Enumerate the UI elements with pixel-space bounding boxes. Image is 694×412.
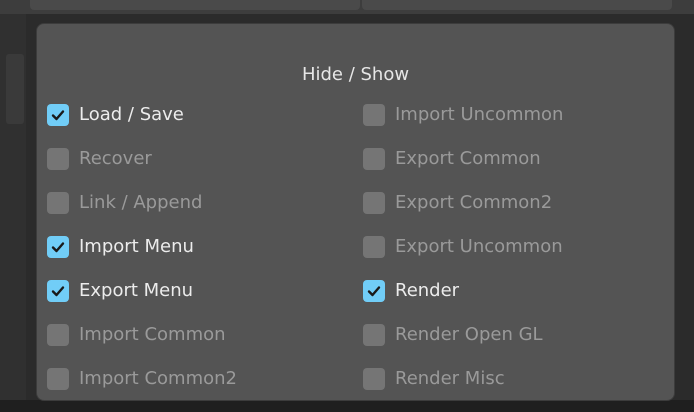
option-render-misc[interactable]: Render Misc: [363, 357, 563, 401]
checkbox[interactable]: [47, 148, 69, 170]
option-import-common2[interactable]: Import Common2: [47, 357, 237, 401]
option-label: Import Menu: [79, 236, 194, 257]
option-import-uncommon[interactable]: Import Uncommon: [363, 93, 563, 137]
checkbox[interactable]: [363, 368, 385, 390]
popup-title: Hide / Show: [301, 64, 410, 85]
checkbox[interactable]: [47, 280, 69, 302]
option-export-uncommon[interactable]: Export Uncommon: [363, 225, 563, 269]
checkbox[interactable]: [47, 192, 69, 214]
option-label: Import Common2: [79, 368, 237, 389]
option-export-common[interactable]: Export Common: [363, 137, 563, 181]
option-label: Export Common2: [395, 192, 553, 213]
background-side-tab: [6, 54, 24, 124]
checkbox[interactable]: [47, 324, 69, 346]
option-load-save[interactable]: Load / Save: [47, 93, 237, 137]
option-label: Export Common: [395, 148, 541, 169]
checkbox[interactable]: [363, 280, 385, 302]
option-label: Load / Save: [79, 104, 184, 125]
background-topbar: [0, 0, 694, 14]
background-bottom-edge: [0, 400, 694, 412]
checkbox[interactable]: [47, 368, 69, 390]
background-side-strip: [0, 14, 26, 412]
option-label: Export Menu: [79, 280, 194, 301]
option-label: Import Common: [79, 324, 226, 345]
checkbox[interactable]: [363, 236, 385, 258]
checkmark-icon: [51, 286, 65, 297]
option-label: Render Open GL: [395, 324, 543, 345]
checkbox[interactable]: [47, 236, 69, 258]
left-option-column: Load / Save Recover Link / Append Import…: [47, 93, 237, 401]
checkbox[interactable]: [363, 104, 385, 126]
option-import-common[interactable]: Import Common: [47, 313, 237, 357]
option-export-menu[interactable]: Export Menu: [47, 269, 237, 313]
background-topbar-segment: [30, 0, 360, 10]
option-label: Link / Append: [79, 192, 203, 213]
checkbox[interactable]: [363, 324, 385, 346]
option-render-open-gl[interactable]: Render Open GL: [363, 313, 563, 357]
checkbox[interactable]: [363, 192, 385, 214]
option-label: Import Uncommon: [395, 104, 564, 125]
option-import-menu[interactable]: Import Menu: [47, 225, 237, 269]
option-label: Render: [395, 280, 460, 301]
option-label: Render Misc: [395, 368, 505, 389]
option-label: Recover: [79, 148, 152, 169]
option-export-common2[interactable]: Export Common2: [363, 181, 563, 225]
checkbox[interactable]: [363, 148, 385, 170]
checkmark-icon: [51, 110, 65, 121]
option-link-append[interactable]: Link / Append: [47, 181, 237, 225]
background-topbar-segment: [362, 0, 672, 10]
option-label: Export Uncommon: [395, 236, 563, 257]
option-render[interactable]: Render: [363, 269, 563, 313]
right-option-column: Import Uncommon Export Common Export Com…: [363, 93, 563, 401]
checkbox[interactable]: [47, 104, 69, 126]
hide-show-popup: Hide / Show Load / Save Recover Link / A…: [37, 24, 674, 400]
checkmark-icon: [51, 242, 65, 253]
checkmark-icon: [367, 286, 381, 297]
option-recover[interactable]: Recover: [47, 137, 237, 181]
